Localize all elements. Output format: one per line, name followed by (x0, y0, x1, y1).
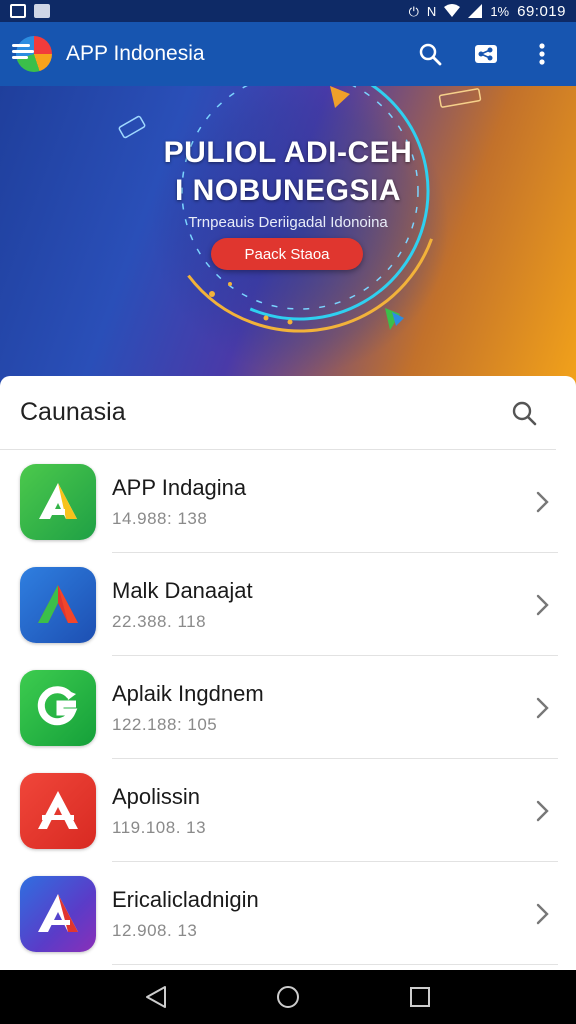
app-icon-red-a (20, 772, 96, 849)
list-item[interactable]: Aplaik Ingdnem 122.188: 105 (0, 656, 576, 759)
banner-headline-1: PULIOL ADI-CEH (163, 136, 413, 169)
item-name: Malk Danaajat (112, 577, 253, 603)
clock: 69:019 (517, 2, 566, 20)
wifi-icon (444, 4, 461, 17)
notification-icon (34, 4, 50, 18)
image-icon (10, 4, 26, 18)
list-item[interactable]: Malk Danaajat 22.388. 118 (0, 553, 576, 656)
item-meta: 12.908. 13 (112, 920, 198, 940)
card-title: Caunasia (20, 398, 126, 426)
banner-decoration (118, 86, 482, 333)
item-name: Apolissin (112, 783, 201, 809)
item-text: Apolissin 119.108. 13 (112, 784, 522, 838)
list-item[interactable]: APP Indagina 14.988: 138 (0, 450, 576, 553)
item-text: Aplaik Ingdnem 122.188: 105 (112, 681, 522, 735)
app-bar: APP Indonesia (0, 22, 576, 86)
home-icon[interactable] (268, 977, 308, 1017)
menu-lines-icon (12, 44, 34, 62)
item-meta: 22.388. 118 (112, 611, 207, 631)
app-list-card: Caunasia APP Indagina 14.988: 138 Malk D… (0, 376, 576, 970)
recents-icon[interactable] (400, 977, 440, 1017)
vibrate-icon: ⏻ (408, 3, 419, 19)
status-bar: ⏻ N 1% 69:019 (0, 0, 576, 22)
chevron-right-icon[interactable] (522, 791, 562, 831)
more-vert-icon[interactable] (528, 40, 556, 68)
nfc-icon: N (426, 3, 437, 19)
list-item[interactable]: Apolissin 119.108. 13 (0, 759, 576, 862)
signal-icon (468, 4, 483, 18)
app-icon-gradient-a (20, 875, 96, 952)
chevron-right-icon[interactable] (522, 585, 562, 625)
chevron-right-icon[interactable] (522, 688, 562, 728)
back-icon[interactable] (136, 977, 176, 1017)
chevron-right-icon[interactable] (522, 894, 562, 934)
item-name: Ericalicladnigin (112, 886, 259, 912)
list-item[interactable]: Ericalicladnigin 12.908. 13 (0, 862, 576, 965)
item-name: Aplaik Ingdnem (112, 680, 264, 706)
item-meta: 122.188: 105 (112, 714, 218, 734)
item-meta: 14.988: 138 (112, 508, 208, 528)
status-right: ⏻ N 1% 69:019 (409, 3, 566, 20)
search-icon[interactable] (510, 399, 538, 427)
system-nav-bar (0, 970, 576, 1024)
chevron-right-icon[interactable] (522, 482, 562, 522)
promo-banner[interactable]: PULIOL ADI-CEH I NOBUNEGSIA Trnpeauis De… (0, 86, 576, 386)
item-name: APP Indagina (112, 474, 247, 500)
app-title: APP Indonesia (66, 42, 205, 65)
item-text: Ericalicladnigin 12.908. 13 (112, 887, 522, 941)
banner-headline-2: I NOBUNEGSIA (174, 174, 402, 207)
item-meta: 119.108. 13 (112, 817, 207, 837)
item-text: APP Indagina 14.988: 138 (112, 475, 522, 529)
battery-text: 1% (490, 3, 510, 19)
banner-cta-button[interactable]: Paack Staoa (211, 238, 363, 270)
app-icon-green-g (20, 669, 96, 746)
app-logo-icon[interactable] (12, 32, 56, 76)
app-icon-blue-a (20, 566, 96, 643)
banner-subline: Trnpeauis Deriigadal Idonoina (188, 214, 388, 231)
status-left (10, 4, 50, 18)
app-list: APP Indagina 14.988: 138 Malk Danaajat 2… (0, 450, 576, 965)
card-header: Caunasia (0, 376, 556, 450)
share-icon[interactable] (472, 40, 500, 68)
app-actions (416, 40, 564, 68)
search-icon[interactable] (416, 40, 444, 68)
item-text: Malk Danaajat 22.388. 118 (112, 578, 522, 632)
app-icon-green-a (20, 463, 96, 540)
